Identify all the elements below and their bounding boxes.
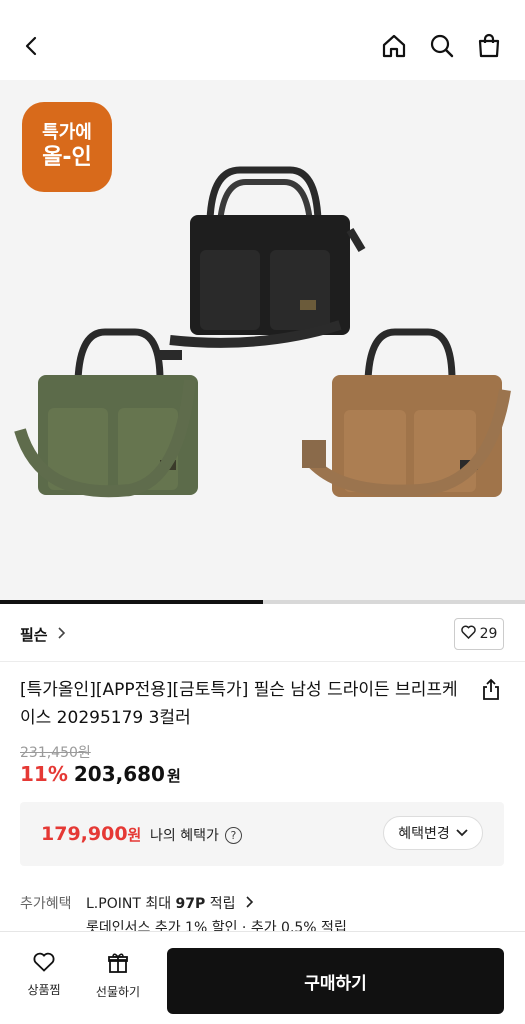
search-icon[interactable]: [424, 28, 460, 64]
chevron-right-icon: [56, 626, 66, 643]
badge-line2: 올-인: [42, 145, 92, 170]
lpoint-benefit[interactable]: L.POINT 최대 97P 적립: [86, 893, 254, 913]
heart-icon: [460, 625, 476, 643]
benefit-price: 179,900원: [41, 823, 141, 845]
wishlist-label: 상품찜: [27, 983, 61, 997]
benefit-price-value: 179,900: [41, 823, 128, 845]
brand-name: 필슨: [20, 626, 48, 644]
benefit-price-box: 179,900원 나의 혜택가 ? 혜택변경: [20, 802, 504, 866]
brand-link[interactable]: 필슨: [20, 624, 66, 645]
wishlist-button[interactable]: 상품찜: [14, 952, 74, 998]
tan-briefcase-image: [302, 328, 511, 497]
special-deal-badge: 특가에 올-인: [22, 102, 112, 192]
benefit-label: 나의 혜택가 ?: [150, 825, 242, 845]
benefit-label-text: 나의 혜택가: [150, 828, 219, 844]
gift-icon: [107, 952, 129, 977]
extra-benefit-label: 추가혜택: [20, 896, 72, 912]
home-icon[interactable]: [376, 28, 412, 64]
price-row: 11% 203,680 원: [20, 762, 181, 786]
sale-price: 203,680: [73, 762, 165, 786]
gift-label: 선물하기: [95, 985, 141, 999]
product-image-carousel[interactable]: 특가에 올-인: [0, 80, 525, 602]
lpoint-points: 97P: [175, 896, 206, 912]
sale-price-unit: 원: [166, 767, 181, 785]
change-benefit-label: 혜택변경: [398, 826, 450, 842]
product-title: [특가올인][APP전용][금토특가] 필슨 남성 드라이든 브리프케이스 20…: [20, 680, 458, 728]
change-benefit-button[interactable]: 혜택변경: [383, 816, 483, 850]
brand-row: 필슨 29: [0, 604, 525, 662]
lpoint-suffix: 적립: [205, 896, 236, 912]
back-icon[interactable]: [14, 28, 50, 64]
like-button[interactable]: 29: [454, 618, 504, 650]
green-briefcase-image: [14, 328, 198, 498]
share-icon[interactable]: [479, 678, 505, 704]
badge-line1: 특가에: [42, 122, 92, 143]
chevron-right-icon: [240, 896, 254, 912]
heart-icon: [33, 952, 55, 975]
help-icon[interactable]: ?: [224, 826, 242, 844]
original-price: 231,450원: [20, 745, 91, 761]
top-bar: [0, 0, 525, 80]
lpoint-prefix: L.POINT 최대: [86, 896, 176, 912]
gift-button[interactable]: 선물하기: [88, 952, 148, 1000]
benefit-price-unit: 원: [127, 826, 142, 844]
like-count: 29: [479, 626, 498, 642]
discount-rate: 11%: [20, 762, 68, 786]
buy-button[interactable]: 구매하기: [167, 948, 504, 1014]
shopping-bag-icon[interactable]: [471, 28, 507, 64]
bottom-action-bar: 상품찜 선물하기 구매하기: [0, 931, 525, 1024]
chevron-down-icon: [456, 825, 468, 841]
